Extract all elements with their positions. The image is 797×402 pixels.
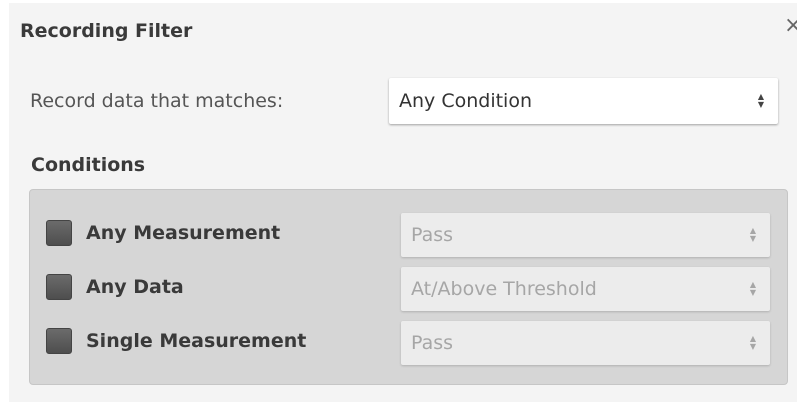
condition-row-any-data: Any Data At/Above Threshold ▲ ▼	[30, 264, 787, 311]
select-arrows-icon: ▲ ▼	[750, 321, 756, 365]
match-select[interactable]: Any Condition ▲ ▼	[389, 78, 778, 124]
chevron-down-icon: ▼	[757, 100, 764, 109]
condition-select-value: Pass	[411, 332, 454, 354]
condition-row-single-measurement: Single Measurement Pass ▲ ▼	[30, 318, 787, 365]
conditions-title: Conditions	[31, 154, 146, 176]
any-data-select[interactable]: At/Above Threshold ▲ ▼	[401, 267, 770, 311]
dialog-title: Recording Filter	[20, 20, 193, 42]
chevron-down-icon: ▼	[749, 342, 756, 351]
select-arrows-icon: ▲ ▼	[750, 267, 756, 311]
chevron-down-icon: ▼	[749, 288, 756, 297]
any-measurement-checkbox[interactable]	[46, 220, 72, 246]
condition-label: Any Data	[86, 276, 184, 298]
recording-filter-dialog: Recording Filter × Record data that matc…	[9, 3, 797, 402]
condition-label: Any Measurement	[86, 222, 281, 244]
conditions-panel: Any Measurement Pass ▲ ▼ Any Data At/Abo…	[29, 189, 788, 385]
match-label: Record data that matches:	[30, 90, 284, 112]
close-icon[interactable]: ×	[784, 15, 797, 37]
match-select-value: Any Condition	[399, 90, 532, 112]
any-measurement-select[interactable]: Pass ▲ ▼	[401, 213, 770, 257]
select-arrows-icon: ▲ ▼	[758, 78, 764, 124]
condition-select-value: Pass	[411, 224, 454, 246]
condition-select-value: At/Above Threshold	[411, 278, 597, 300]
condition-row-any-measurement: Any Measurement Pass ▲ ▼	[30, 210, 787, 257]
chevron-down-icon: ▼	[749, 234, 756, 243]
any-data-checkbox[interactable]	[46, 274, 72, 300]
condition-label: Single Measurement	[86, 330, 307, 352]
single-measurement-checkbox[interactable]	[46, 328, 72, 354]
select-arrows-icon: ▲ ▼	[750, 213, 756, 257]
single-measurement-select[interactable]: Pass ▲ ▼	[401, 321, 770, 365]
